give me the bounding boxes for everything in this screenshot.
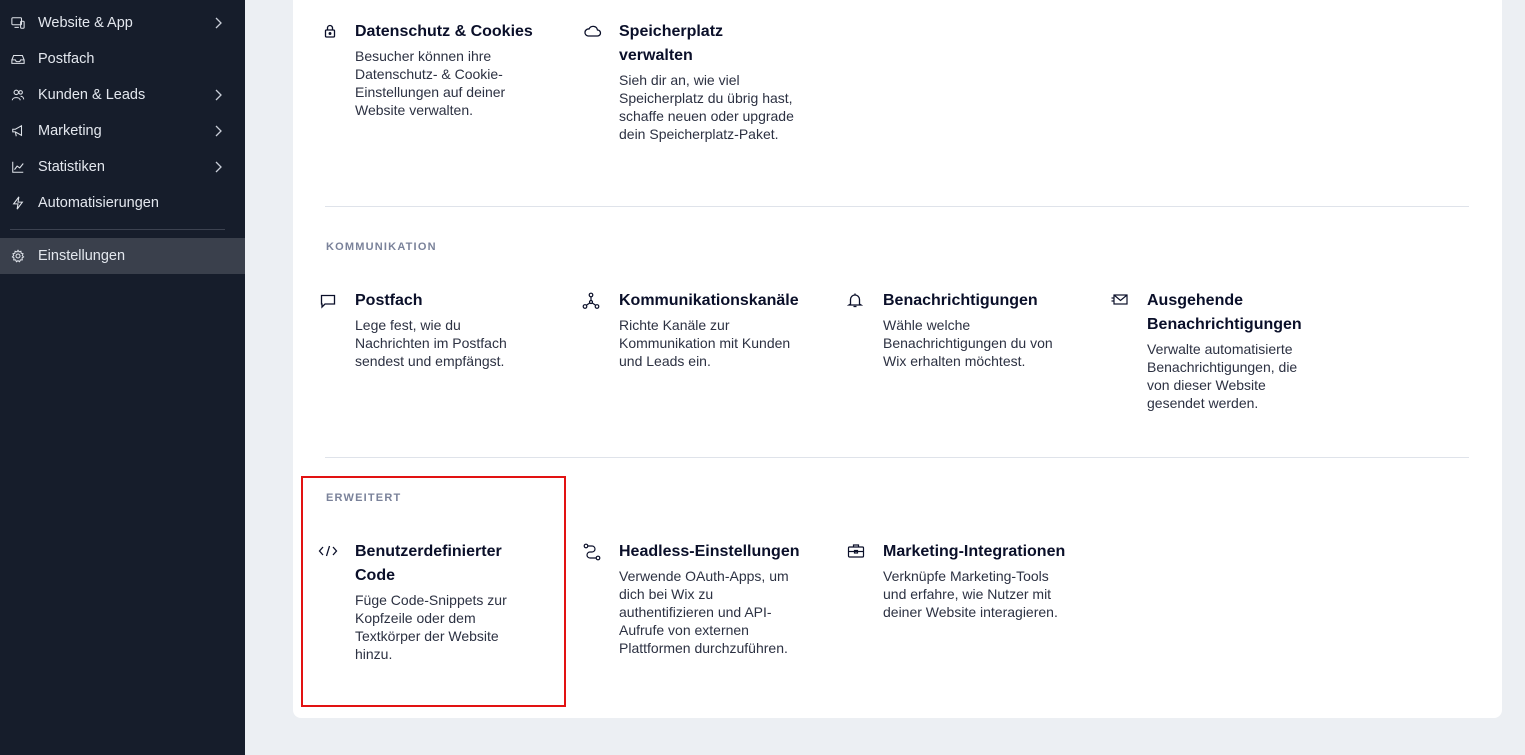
- sidebar: Website & App Postfach Kunden & Leads Ma…: [0, 0, 245, 755]
- chevron-right-icon: [215, 125, 222, 137]
- setting-title[interactable]: Kommunikationskanäle: [619, 289, 809, 313]
- sidebar-item-automatisierungen[interactable]: Automatisierungen: [0, 185, 245, 221]
- setting-description: Verwende OAuth-Apps, um dich bei Wix zu …: [619, 568, 789, 656]
- gear-icon: [10, 248, 26, 264]
- setting-speicherplatz[interactable]: Speicherplatz verwalten Sieh dir an, wie…: [584, 20, 794, 143]
- cloud-icon: [583, 23, 602, 41]
- monitor-icon: [10, 15, 26, 31]
- sidebar-item-kunden-leads[interactable]: Kunden & Leads: [0, 77, 245, 113]
- chevron-right-icon: [215, 89, 222, 101]
- lock-icon: [322, 23, 340, 41]
- sidebar-item-label: Kunden & Leads: [38, 87, 146, 103]
- setting-description: Sieh dir an, wie viel Speicherplatz du ü…: [619, 72, 794, 142]
- network-icon: [582, 292, 600, 310]
- chevron-right-icon: [215, 17, 222, 29]
- briefcase-icon: [847, 543, 865, 561]
- envelope-icon: [1111, 292, 1129, 310]
- setting-description: Richte Kanäle zur Kommunikation mit Kund…: [619, 317, 791, 369]
- sidebar-item-label: Automatisierungen: [38, 195, 159, 211]
- setting-title[interactable]: Benachrichtigungen: [883, 289, 1068, 313]
- sidebar-divider: [10, 229, 225, 230]
- chevron-right-icon: [215, 161, 222, 173]
- setting-title[interactable]: Datenschutz & Cookies: [355, 20, 555, 44]
- setting-description: Lege fest, wie du Nachrichten im Postfac…: [355, 317, 507, 369]
- sidebar-item-marketing[interactable]: Marketing: [0, 113, 245, 149]
- section-divider: [325, 206, 1469, 207]
- lightning-icon: [10, 195, 26, 211]
- sidebar-item-postfach[interactable]: Postfach: [0, 41, 245, 77]
- route-icon: [583, 543, 601, 561]
- section-divider: [325, 457, 1469, 458]
- setting-datenschutz-cookies[interactable]: Datenschutz & Cookies Besucher können ih…: [324, 20, 555, 119]
- bell-icon: [846, 292, 865, 310]
- sidebar-item-label: Postfach: [38, 51, 95, 67]
- highlight-box: [301, 476, 566, 707]
- setting-title[interactable]: Headless-Einstellungen: [619, 540, 804, 564]
- setting-description: Besucher können ihre Datenschutz- & Cook…: [355, 48, 506, 118]
- setting-kommunikationskanaele[interactable]: Kommunikationskanäle Richte Kanäle zur K…: [582, 289, 809, 370]
- setting-marketing-integrationen[interactable]: Marketing-Integrationen Verknüpfe Market…: [847, 540, 1068, 621]
- sidebar-item-label: Einstellungen: [38, 248, 126, 264]
- setting-title[interactable]: Ausgehende Benachrichtigungen: [1147, 289, 1317, 337]
- section-title-kommunikation: KOMMUNIKATION: [326, 241, 437, 253]
- setting-title[interactable]: Speicherplatz verwalten: [619, 20, 794, 68]
- sidebar-item-statistiken[interactable]: Statistiken: [0, 149, 245, 185]
- setting-description: Verwalte automatisierte Benachrichtigung…: [1147, 341, 1298, 411]
- setting-description: Wähle welche Benachrichtigungen du von W…: [883, 317, 1053, 369]
- inbox-icon: [10, 51, 26, 67]
- megaphone-icon: [10, 123, 26, 139]
- chart-icon: [10, 159, 26, 175]
- sidebar-item-label: Marketing: [38, 123, 102, 139]
- setting-description: Verknüpfe Marketing-Tools und erfahre, w…: [883, 568, 1058, 620]
- setting-title[interactable]: Marketing-Integrationen: [883, 540, 1068, 564]
- setting-postfach[interactable]: Postfach Lege fest, wie du Nachrichten i…: [320, 289, 530, 370]
- setting-benachrichtigungen[interactable]: Benachrichtigungen Wähle welche Benachri…: [846, 289, 1068, 370]
- setting-headless-einstellungen[interactable]: Headless-Einstellungen Verwende OAuth-Ap…: [583, 540, 804, 657]
- sidebar-item-einstellungen[interactable]: Einstellungen: [0, 238, 245, 274]
- chat-icon: [320, 293, 338, 311]
- setting-ausgehende-benachrichtigungen[interactable]: Ausgehende Benachrichtigungen Verwalte a…: [1111, 289, 1317, 412]
- setting-title[interactable]: Postfach: [355, 289, 530, 313]
- sidebar-item-label: Website & App: [38, 15, 133, 31]
- sidebar-item-website-app[interactable]: Website & App: [0, 5, 245, 41]
- people-icon: [10, 87, 26, 103]
- sidebar-item-label: Statistiken: [38, 159, 105, 175]
